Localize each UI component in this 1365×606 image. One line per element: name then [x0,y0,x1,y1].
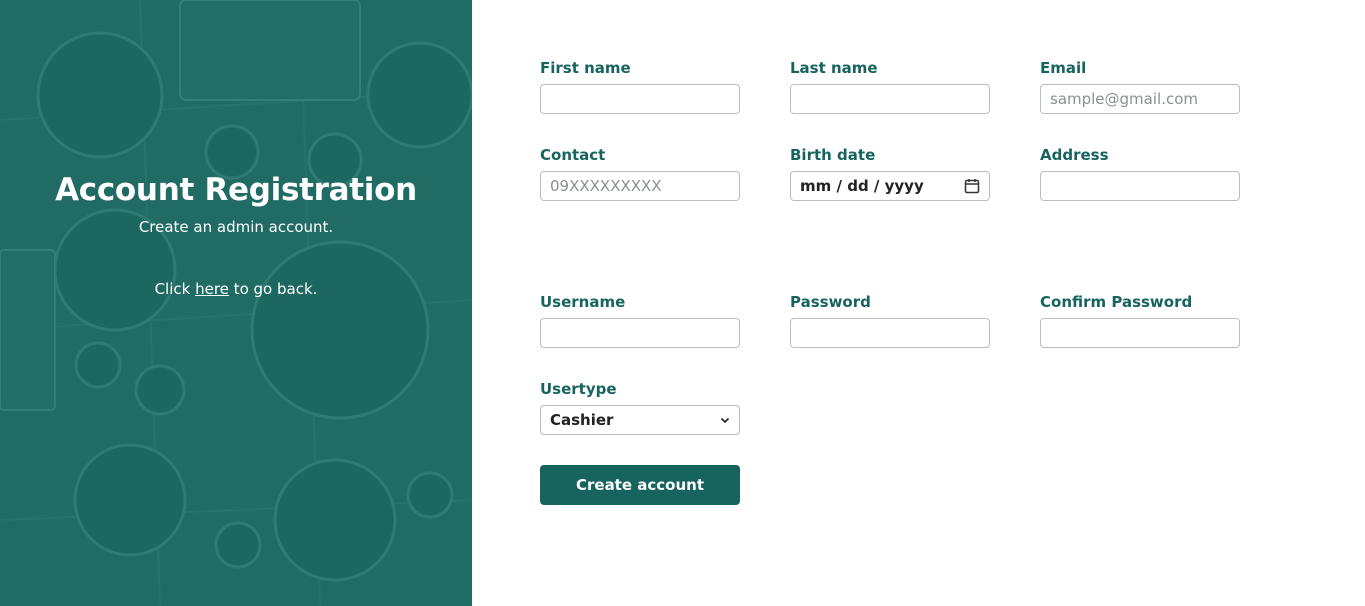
email-group: Email [1040,58,1240,114]
password-input[interactable] [790,318,990,348]
go-back-text: Click here to go back. [0,280,472,298]
email-input[interactable] [1040,84,1240,114]
confirm-password-label: Confirm Password [1040,293,1193,311]
birth-date-input[interactable]: mm / dd / yyyy [790,171,990,201]
address-group: Address [1040,145,1240,201]
first-name-input[interactable] [540,84,740,114]
create-account-button[interactable]: Create account [540,465,740,505]
last-name-input[interactable] [790,84,990,114]
username-input[interactable] [540,318,740,348]
email-label: Email [1040,59,1087,77]
username-group: Username [540,292,740,348]
usertype-selected-value: Cashier [550,411,614,429]
contact-label: Contact [540,146,606,164]
usertype-label: Usertype [540,380,617,398]
birth-date-segments: mm / dd / yyyy [800,177,924,195]
hero-overlay [0,0,472,606]
birth-date-day[interactable]: dd [847,177,868,195]
calendar-icon[interactable] [964,178,980,194]
go-back-prefix: Click [154,280,191,298]
birth-date-group: Birth date mm / dd / yyyy [790,145,990,201]
hero-panel: Account Registration Create an admin acc… [0,0,472,606]
chevron-down-icon [720,417,730,424]
last-name-label: Last name [790,59,878,77]
birth-date-month[interactable]: mm [800,177,831,195]
contact-group: Contact [540,145,740,201]
usertype-group: Usertype Cashier [540,379,740,435]
page-subtitle: Create an admin account. [138,218,334,236]
first-name-label: First name [540,59,631,77]
contact-input[interactable] [540,171,740,201]
birth-date-year[interactable]: yyyy [885,177,924,195]
last-name-group: Last name [790,58,990,114]
go-back-suffix: to go back. [233,280,318,298]
username-label: Username [540,293,626,311]
password-group: Password [790,292,990,348]
birth-date-label: Birth date [790,146,876,164]
usertype-select[interactable]: Cashier [540,405,740,435]
go-back-link[interactable]: here [195,280,229,298]
address-label: Address [1040,146,1109,164]
first-name-group: First name [540,58,740,114]
address-input[interactable] [1040,171,1240,201]
confirm-password-group: Confirm Password [1040,292,1240,348]
page-title: Account Registration [55,172,417,208]
confirm-password-input[interactable] [1040,318,1240,348]
password-label: Password [790,293,871,311]
